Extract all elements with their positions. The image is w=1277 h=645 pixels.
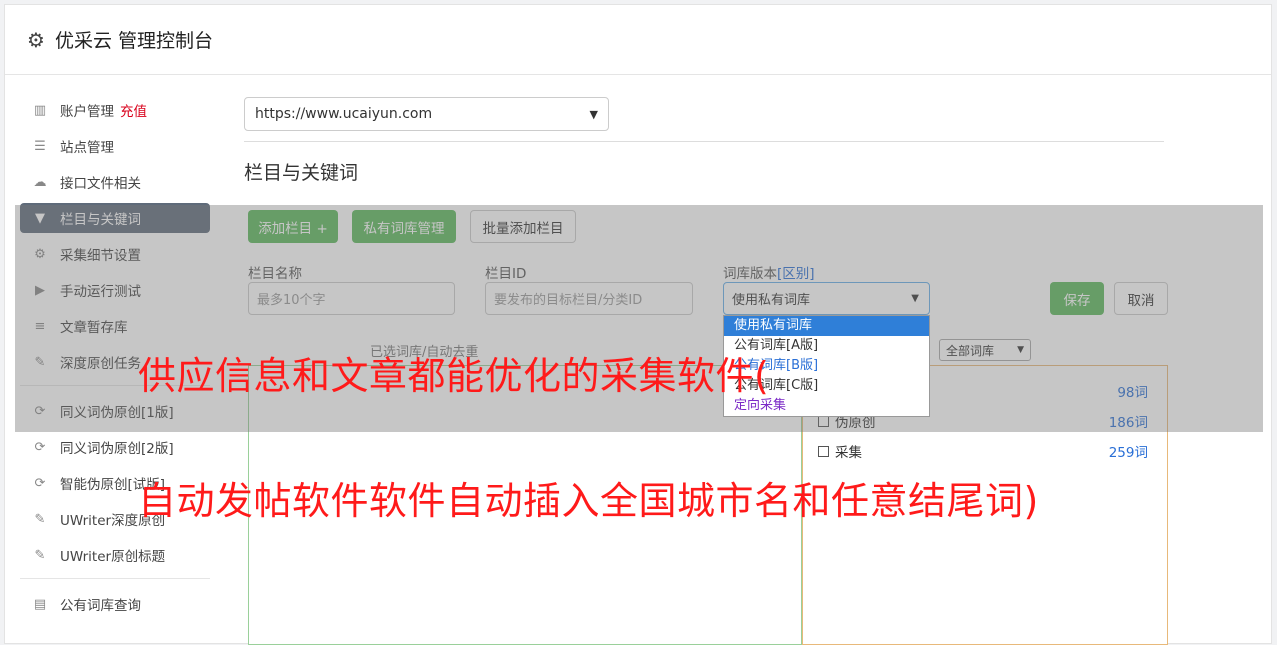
sidebar-item-label: 同义词伪原创[2版] [60, 441, 174, 457]
edit-icon: ✎ [34, 547, 46, 563]
cloud-upload-icon: ☁ [33, 174, 47, 190]
page-title: 优采云 管理控制台 [55, 30, 214, 52]
list-item[interactable]: 采集 259词 [818, 441, 1148, 461]
sidebar-item-label: 账户管理 [60, 104, 114, 120]
section-title: 栏目与关键词 [244, 162, 359, 184]
sidebar-item[interactable]: ☁ 接口文件相关 [20, 167, 210, 197]
watermark-banner-line2: 自动发帖软件软件自动插入全国城市名和任意结尾词) [138, 479, 1039, 523]
library-name: 采集 [835, 445, 862, 461]
divider [244, 141, 1164, 142]
version-option[interactable]: 使用私有词库 [724, 316, 929, 336]
sidebar-item[interactable]: ☰ 站点管理 [20, 131, 210, 161]
chevron-down-icon: ▼ [589, 107, 598, 121]
sidebar-divider [20, 578, 210, 579]
sidebar-item[interactable]: ▤ 公有词库查询 [20, 589, 210, 619]
sidebar-item[interactable]: ✎ UWriter原创标题 [20, 540, 210, 570]
library-count: 259词 [1108, 445, 1148, 461]
edit-icon: ✎ [34, 511, 46, 527]
refresh-icon: ⟳ [34, 475, 46, 491]
book-icon: ▤ [33, 596, 47, 612]
recharge-link[interactable]: 充值 [120, 100, 147, 120]
sidebar-item-label: UWriter原创标题 [60, 549, 166, 565]
header: ⚙ 优采云 管理控制台 [5, 5, 1271, 75]
sidebar-item-label: 站点管理 [60, 140, 114, 156]
sidebar-item[interactable]: ⟳ 同义词伪原创[2版] [20, 432, 210, 462]
sidebar-item-label: 公有词库查询 [60, 598, 141, 614]
gear-icon: ⚙ [27, 27, 45, 52]
sidebar-item[interactable]: ▥ 账户管理 充值 [20, 95, 210, 125]
bar-chart-icon: ▥ [33, 102, 47, 118]
server-icon: ☰ [34, 138, 46, 154]
watermark-banner-line1: 供应信息和文章都能优化的采集软件( [138, 354, 770, 398]
sidebar-item-label: 接口文件相关 [60, 176, 141, 192]
checkbox[interactable] [818, 446, 829, 457]
site-select[interactable]: https://www.ucaiyun.com ▼ [244, 97, 609, 131]
main-content: https://www.ucaiyun.com ▼ 栏目与关键词 [244, 97, 1164, 185]
site-select-value: https://www.ucaiyun.com [255, 106, 433, 122]
refresh-icon: ⟳ [34, 439, 46, 455]
